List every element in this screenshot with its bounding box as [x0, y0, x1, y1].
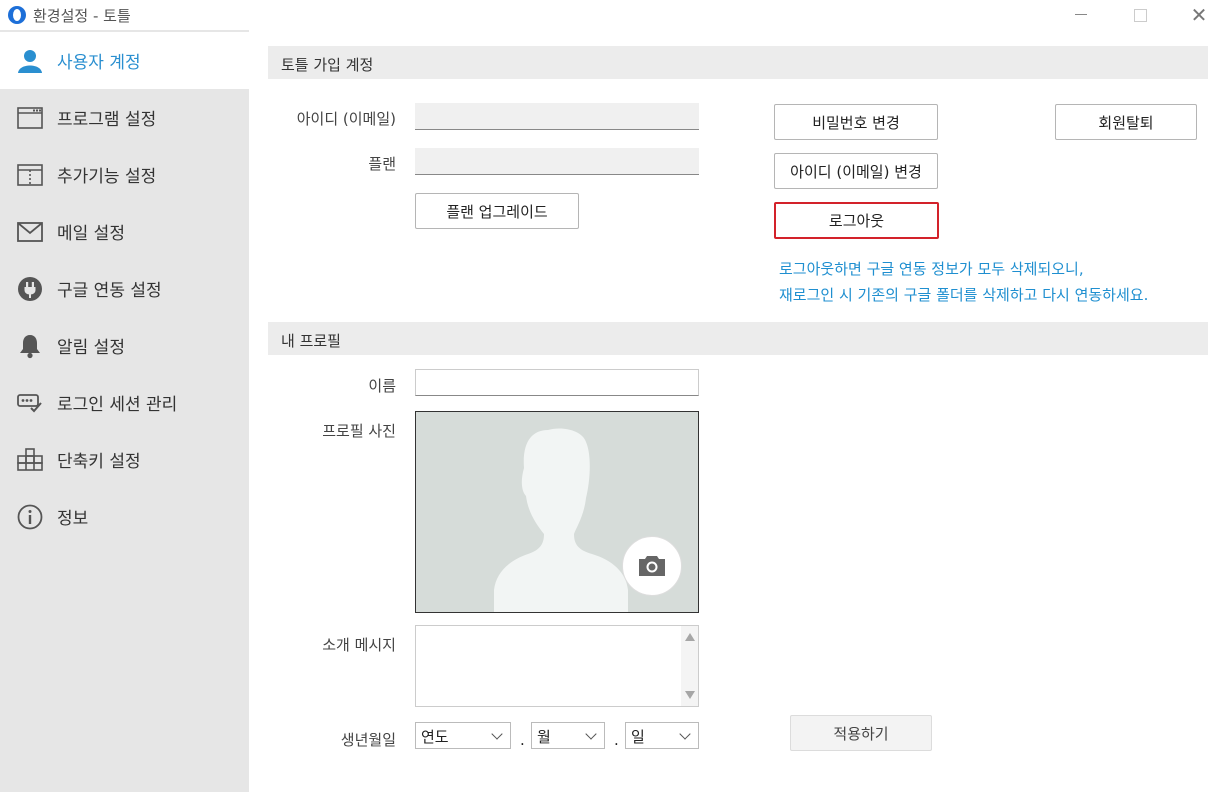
birthday-label: 생년월일 — [340, 731, 396, 749]
session-icon — [16, 389, 44, 417]
day-select[interactable]: 일 — [625, 722, 699, 749]
plug-icon — [16, 275, 44, 303]
title-bar: 환경설정 - 토틀 ✕ — [0, 0, 1227, 30]
sidebar-item-user-account[interactable]: 사용자 계정 — [0, 32, 249, 89]
chevron-down-icon — [585, 728, 597, 740]
app-logo-icon — [8, 6, 26, 24]
sidebar-item-program-settings[interactable]: 프로그램 설정 — [0, 89, 249, 146]
day-select-value: 일 — [631, 728, 645, 746]
sidebar-item-notification-settings[interactable]: 알림 설정 — [0, 317, 249, 374]
sidebar-item-mail-settings[interactable]: 메일 설정 — [0, 203, 249, 260]
sidebar-item-login-sessions[interactable]: 로그인 세션 관리 — [0, 374, 249, 431]
name-label: 이름 — [368, 377, 396, 395]
logout-notice-line1: 로그아웃하면 구글 연동 정보가 모두 삭제되오니, — [779, 260, 1084, 278]
chevron-down-icon — [491, 728, 503, 740]
sidebar-item-label: 정보 — [57, 509, 89, 529]
scroll-down-icon[interactable] — [685, 691, 695, 699]
id-email-field[interactable] — [415, 103, 699, 130]
month-select[interactable]: 월 — [531, 722, 605, 749]
profile-photo[interactable] — [415, 411, 699, 613]
withdraw-button[interactable]: 회원탈퇴 — [1055, 104, 1197, 140]
window-icon — [16, 104, 44, 132]
sidebar-item-label: 구글 연동 설정 — [57, 281, 162, 301]
date-separator: . — [614, 731, 619, 749]
plan-label: 플랜 — [368, 155, 396, 173]
sidebar-item-label: 메일 설정 — [57, 224, 125, 244]
sidebar-item-label: 추가기능 설정 — [57, 167, 157, 187]
chevron-down-icon — [679, 728, 691, 740]
intro-label: 소개 메시지 — [322, 636, 396, 654]
change-id-button[interactable]: 아이디 (이메일) 변경 — [774, 153, 938, 189]
change-photo-button[interactable] — [622, 536, 682, 596]
sidebar-item-google-sync-settings[interactable]: 구글 연동 설정 — [0, 260, 249, 317]
sidebar-item-label: 알림 설정 — [57, 338, 125, 358]
panel-icon — [16, 161, 44, 189]
logout-button[interactable]: 로그아웃 — [774, 202, 939, 239]
section-title: 토틀 가입 계정 — [281, 56, 374, 74]
date-separator: . — [520, 731, 525, 749]
mail-icon — [16, 218, 44, 246]
month-select-value: 월 — [537, 728, 551, 746]
year-select[interactable]: 연도 — [415, 722, 511, 749]
photo-label: 프로필 사진 — [322, 422, 396, 440]
sidebar-item-label: 로그인 세션 관리 — [57, 395, 178, 415]
profile-section-header: 내 프로필 — [268, 322, 1208, 355]
sidebar-item-label: 프로그램 설정 — [57, 110, 157, 130]
sidebar-item-label: 단축키 설정 — [57, 452, 141, 472]
apply-button[interactable]: 적용하기 — [790, 715, 932, 751]
scroll-up-icon[interactable] — [685, 633, 695, 641]
minimize-button[interactable] — [1066, 2, 1096, 28]
change-password-button[interactable]: 비밀번호 변경 — [774, 104, 938, 140]
sidebar-item-addon-settings[interactable]: 추가기능 설정 — [0, 146, 249, 203]
section-title: 내 프로필 — [281, 332, 341, 350]
name-input[interactable] — [415, 369, 699, 396]
camera-icon — [639, 556, 665, 576]
sidebar: 사용자 계정 프로그램 설정 추가기능 설정 메일 설정 구글 연동 설정 알림… — [0, 30, 249, 792]
sidebar-item-shortcut-settings[interactable]: 단축키 설정 — [0, 431, 249, 488]
logout-notice-line2: 재로그인 시 기존의 구글 폴더를 삭제하고 다시 연동하세요. — [779, 286, 1149, 304]
keyboard-icon — [16, 446, 44, 474]
account-section-header: 토틀 가입 계정 — [268, 46, 1208, 79]
plan-field[interactable] — [415, 148, 699, 175]
window-title: 환경설정 - 토틀 — [33, 7, 131, 25]
year-select-value: 연도 — [421, 728, 449, 746]
id-label: 아이디 (이메일) — [296, 110, 396, 128]
maximize-button[interactable] — [1125, 2, 1155, 28]
textarea-scrollbar[interactable] — [681, 626, 698, 706]
bell-icon — [16, 332, 44, 360]
user-icon — [16, 47, 44, 75]
plan-upgrade-button[interactable]: 플랜 업그레이드 — [415, 193, 579, 229]
intro-message-textarea[interactable] — [415, 625, 699, 707]
close-button[interactable]: ✕ — [1184, 2, 1214, 28]
sidebar-item-about[interactable]: 정보 — [0, 488, 249, 545]
sidebar-item-label: 사용자 계정 — [57, 53, 141, 73]
info-icon — [16, 503, 44, 531]
